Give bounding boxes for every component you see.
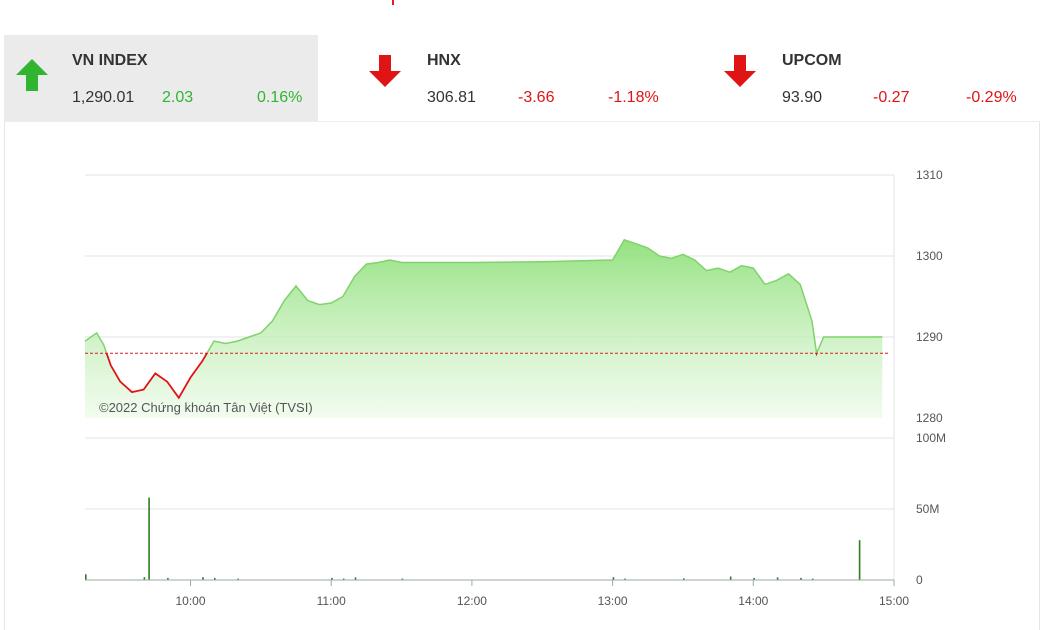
volume-bar bbox=[858, 540, 861, 580]
x-tick-label: 11:00 bbox=[317, 594, 346, 608]
price-area-fill bbox=[85, 239, 883, 418]
watermark: ©2022 Chứng khoán Tân Việt (TVSI) bbox=[99, 400, 313, 415]
x-tick-label: 10:00 bbox=[176, 594, 206, 608]
x-tick-label: 13:00 bbox=[598, 594, 628, 608]
volume-bar bbox=[148, 497, 150, 580]
y-tick-label: 1300 bbox=[916, 249, 943, 263]
y-tick-label: 1280 bbox=[916, 411, 943, 425]
x-tick-label: 15:00 bbox=[879, 594, 909, 608]
x-axis: 10:00 11:00 12:00 13:00 14:00 15:00 bbox=[85, 579, 909, 608]
y-axis-labels: 1310 1300 1290 1280 bbox=[916, 168, 943, 425]
intraday-chart: 1310 1300 1290 1280 100M 50M 0 10:00 11:00 12:0… bbox=[84, 168, 946, 608]
volume-tick-label: 0 bbox=[916, 573, 923, 587]
volume-bar bbox=[85, 574, 87, 580]
volume-tick-label: 50M bbox=[916, 502, 939, 516]
x-tick-label: 12:00 bbox=[457, 594, 487, 608]
volume-axis-labels: 100M 50M 0 bbox=[916, 431, 946, 587]
x-tick-label: 14:00 bbox=[738, 594, 768, 608]
volume-bars bbox=[85, 497, 861, 580]
volume-bar bbox=[729, 576, 732, 580]
y-tick-label: 1290 bbox=[916, 330, 943, 344]
volume-tick-label: 100M bbox=[916, 431, 946, 445]
y-tick-label: 1310 bbox=[916, 168, 943, 182]
price-area bbox=[84, 238, 890, 418]
